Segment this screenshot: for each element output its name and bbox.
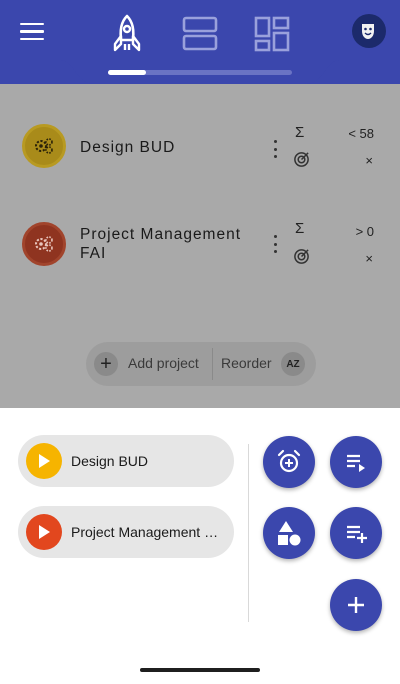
playlist-add-button[interactable] bbox=[330, 507, 382, 559]
avatar[interactable] bbox=[352, 14, 386, 48]
more-options-icon[interactable] bbox=[268, 140, 282, 158]
alarm-add-button[interactable] bbox=[263, 436, 315, 488]
theater-mask-icon bbox=[362, 24, 374, 39]
add-icon bbox=[348, 597, 364, 613]
divider bbox=[212, 348, 213, 380]
playlist-play-icon bbox=[347, 454, 365, 472]
gears-icon bbox=[35, 138, 53, 154]
bottom-sheet: Design BUD Project Management FAI bbox=[0, 408, 400, 684]
sum-icon: Σ bbox=[295, 220, 305, 237]
tab-rocket-icon[interactable] bbox=[107, 14, 147, 54]
add-icon[interactable]: + bbox=[94, 352, 118, 376]
tab-indicator bbox=[108, 70, 146, 75]
project-name: Project Management FAI bbox=[80, 226, 242, 262]
sort-az-icon[interactable]: AZ bbox=[281, 352, 305, 376]
project-actions-bar: + Add project Reorder AZ bbox=[86, 342, 316, 386]
target-icon bbox=[294, 152, 309, 167]
more-options-icon[interactable] bbox=[268, 235, 282, 253]
project-row[interactable]: Project Management FAI Σ > 0 × bbox=[0, 210, 400, 280]
start-project-chip[interactable]: Design BUD bbox=[18, 435, 234, 487]
project-row[interactable]: Design BUD Σ < 58 × bbox=[0, 112, 400, 182]
home-indicator bbox=[140, 668, 260, 672]
project-name: Design BUD bbox=[80, 139, 176, 156]
target-icon bbox=[294, 249, 309, 264]
tab-rows-icon[interactable] bbox=[180, 14, 220, 54]
target-value: × bbox=[365, 153, 373, 168]
add-project-button[interactable]: Add project bbox=[128, 355, 199, 371]
chip-label: Project Management FAI bbox=[71, 524, 223, 540]
app-bar-curve bbox=[0, 60, 400, 84]
playlist-add-icon bbox=[347, 525, 367, 543]
sum-value: > 0 bbox=[355, 224, 374, 239]
play-icon bbox=[26, 514, 62, 550]
reorder-button[interactable]: Reorder bbox=[221, 355, 272, 371]
play-icon bbox=[26, 443, 62, 479]
target-value: × bbox=[365, 251, 373, 266]
playlist-play-button[interactable] bbox=[330, 436, 382, 488]
add-button[interactable] bbox=[330, 579, 382, 631]
project-icon bbox=[22, 124, 66, 168]
divider bbox=[248, 444, 249, 622]
menu-icon[interactable] bbox=[20, 20, 44, 42]
sum-icon: Σ bbox=[295, 124, 305, 141]
project-icon bbox=[22, 222, 66, 266]
shapes-button[interactable] bbox=[263, 507, 315, 559]
shapes-icon bbox=[278, 521, 301, 546]
start-project-chip[interactable]: Project Management FAI bbox=[18, 506, 234, 558]
alarm-add-icon bbox=[277, 449, 301, 473]
sum-value: < 58 bbox=[348, 126, 374, 141]
tab-dashboard-icon[interactable] bbox=[252, 14, 292, 54]
chip-label: Design BUD bbox=[71, 453, 149, 469]
gears-icon bbox=[35, 236, 53, 252]
